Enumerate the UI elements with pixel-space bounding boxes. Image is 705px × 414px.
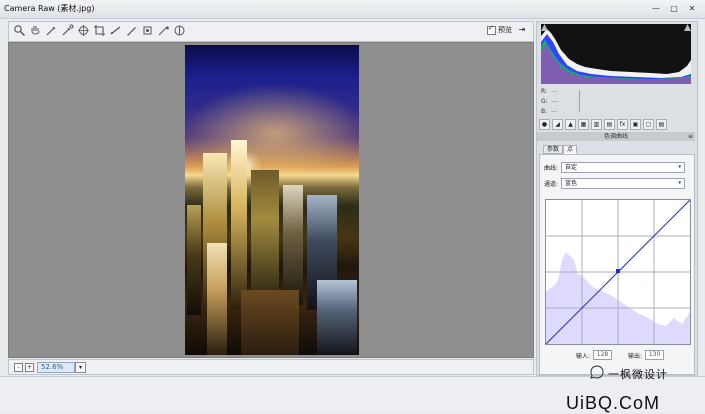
chat-bubble-icon (590, 365, 604, 379)
window-title: Camera Raw (素材.jpg) (4, 4, 95, 13)
zoom-level[interactable]: 52.6% (37, 362, 75, 373)
readout-b: B: --- (541, 108, 558, 115)
crop-icon[interactable] (93, 24, 106, 37)
window-controls: — □ ✕ (649, 2, 699, 14)
title-bar: Camera Raw (素材.jpg) — □ ✕ (0, 0, 705, 19)
section-header: 色调曲线 ≡ (537, 132, 695, 141)
highlight-clipping-icon[interactable] (684, 24, 691, 31)
export-icon[interactable]: ⇥ (516, 25, 528, 37)
watermark-text: 一枫微设计 (608, 368, 668, 381)
input-output-row: 输入: 128 输出: 130 (576, 350, 665, 360)
zoom-dropdown-icon[interactable]: ▾ (75, 362, 86, 373)
output-field[interactable]: 130 (645, 350, 665, 360)
spot-removal-icon[interactable] (125, 24, 138, 37)
channel-label: 通道: (544, 181, 559, 188)
tab-point[interactable]: 点 (563, 145, 578, 154)
red-eye-icon[interactable] (141, 24, 154, 37)
tool-bar: 预览 ⇥ (8, 21, 534, 42)
tab-presets-icon[interactable]: ▢ (643, 119, 654, 130)
output-label: 输出: (628, 352, 643, 360)
tab-lens-icon[interactable]: ▤ (604, 119, 615, 130)
zoom-bar: - + 52.6% ▾ (8, 359, 534, 375)
section-title: 色调曲线 (603, 133, 628, 140)
preview-checkbox[interactable] (487, 24, 496, 35)
chevron-down-icon: ▾ (678, 164, 682, 170)
preview-label: 预览 (498, 26, 512, 34)
white-balance-icon[interactable] (45, 24, 58, 37)
hand-icon[interactable] (29, 24, 42, 37)
zoom-out-button[interactable]: - (14, 363, 23, 372)
tab-detail-icon[interactable]: ▲ (565, 119, 576, 130)
shadow-clipping-icon[interactable] (541, 24, 548, 31)
straighten-icon[interactable] (109, 24, 122, 37)
rgb-readout: R: --- G: --- B: --- (541, 88, 581, 118)
tab-calibration-icon[interactable]: ▣ (630, 119, 641, 130)
image-preview-area[interactable] (8, 42, 534, 358)
channel-value: 蓝色 (565, 180, 578, 187)
curve-select[interactable]: 自定 ▾ (561, 162, 686, 173)
input-label: 输入: (576, 352, 591, 360)
tab-parametric[interactable]: 参数 (543, 145, 564, 154)
tab-snapshots-icon[interactable]: ▤ (656, 119, 667, 130)
minimize-button[interactable]: — (649, 2, 663, 14)
readout-divider (579, 90, 580, 112)
panel-tabs: ● ◢ ▲ ▦ ▥ ▤ fx ▣ ▢ ▤ (539, 119, 693, 130)
curve-graph[interactable] (545, 199, 691, 345)
tab-tone-curve-icon[interactable]: ◢ (552, 119, 563, 130)
graduated-filter-icon[interactable] (173, 24, 186, 37)
zoom-in-button[interactable]: + (25, 363, 34, 372)
histogram (541, 24, 691, 84)
adjustment-panel: R: --- G: --- B: --- ● ◢ ▲ ▦ ▥ ▤ fx ▣ ▢ ▤ 色… (536, 21, 698, 376)
input-field[interactable]: 128 (593, 350, 613, 360)
panel-menu-icon[interactable]: ≡ (688, 132, 693, 141)
watermark: 一枫微设计 (590, 361, 700, 387)
chevron-down-icon: ▾ (678, 180, 682, 186)
tab-split-toning-icon[interactable]: ▥ (591, 119, 602, 130)
preview-toggle[interactable]: 预览 (487, 24, 512, 35)
tab-hsl-icon[interactable]: ▦ (578, 119, 589, 130)
curve-subtabs: 参数 点 (543, 145, 578, 154)
readout-r: R: --- (541, 88, 558, 95)
adjustment-brush-icon[interactable] (157, 24, 170, 37)
tab-basic-icon[interactable]: ● (539, 119, 550, 130)
maximize-button[interactable]: □ (667, 2, 681, 14)
zoom-icon[interactable] (13, 24, 26, 37)
close-button[interactable]: ✕ (685, 2, 699, 14)
channel-row: 通道: 蓝色 ▾ (544, 178, 686, 189)
tab-effects-icon[interactable]: fx (617, 119, 628, 130)
readout-g: G: --- (541, 98, 559, 105)
preview-photo (185, 45, 359, 355)
point-curve-panel: 曲线: 自定 ▾ 通道: 蓝色 ▾ 输入: 128 输出: 130 (539, 154, 695, 375)
curve-value: 自定 (565, 164, 578, 171)
targeted-adjustment-icon[interactable] (77, 24, 90, 37)
channel-select[interactable]: 蓝色 ▾ (561, 178, 686, 189)
color-sampler-icon[interactable] (61, 24, 74, 37)
curve-label: 曲线: (544, 165, 559, 172)
curve-row: 曲线: 自定 ▾ (544, 162, 686, 173)
